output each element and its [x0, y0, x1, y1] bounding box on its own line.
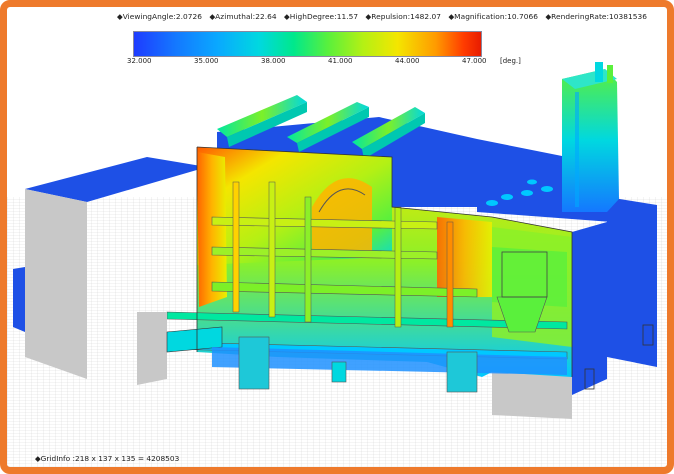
3d-viewport[interactable]	[7, 7, 667, 467]
stack-tower	[562, 62, 619, 212]
grid-info: ◆GridInfo :218 x 137 x 135 = 4208503	[35, 454, 180, 463]
viewer-frame: ◆ViewingAngle:2.0726 ◆Azimuthal:22.64 ◆H…	[0, 0, 674, 474]
